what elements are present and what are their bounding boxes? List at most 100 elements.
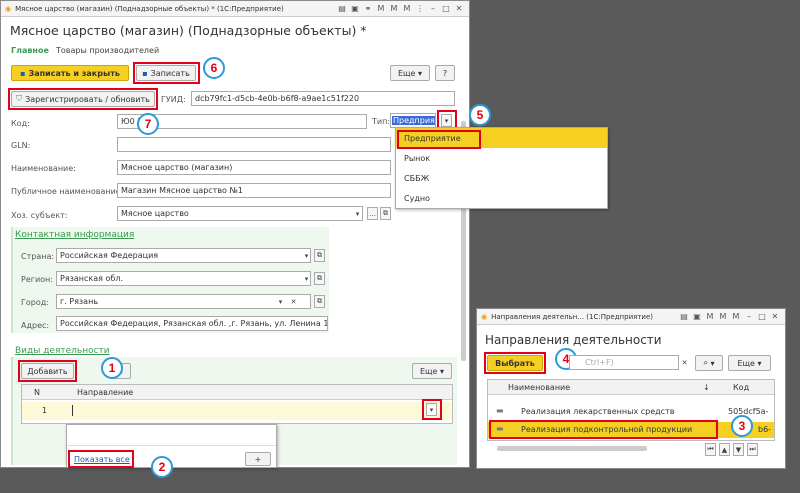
- minimize-icon[interactable]: –: [429, 4, 437, 13]
- maximize-icon[interactable]: □: [442, 4, 450, 13]
- up-icon[interactable]: ▲: [719, 443, 730, 456]
- subject-select-icon[interactable]: …: [367, 207, 378, 220]
- search-field[interactable]: Ctrl+F): [569, 355, 679, 370]
- table-row[interactable]: ▬ Реализация лекарственных средств 505dc…: [488, 404, 774, 420]
- option-ship[interactable]: Судно: [396, 188, 607, 208]
- marker-1: 1: [101, 357, 123, 379]
- search-button[interactable]: ⌕ ▾: [695, 355, 723, 371]
- address-label: Адрес:: [21, 321, 50, 330]
- address-field[interactable]: Российская Федерация, Рязанская обл. ,г.…: [56, 316, 328, 331]
- mplus-icon[interactable]: M: [390, 4, 398, 13]
- create-button[interactable]: +: [245, 452, 271, 466]
- col-n[interactable]: N: [34, 388, 40, 397]
- highlight-save: [133, 62, 200, 84]
- m-icon[interactable]: M: [706, 312, 714, 321]
- link-icon[interactable]: ⚭: [364, 4, 372, 13]
- highlight-enterprise-option: [397, 130, 481, 149]
- region-dropdown-icon[interactable]: ▾: [301, 272, 312, 285]
- mplus-icon[interactable]: M: [719, 312, 727, 321]
- region-field[interactable]: Рязанская обл.: [56, 271, 311, 286]
- gln-field[interactable]: [117, 137, 391, 152]
- save-close-button[interactable]: ▪ Записать и закрыть: [11, 65, 129, 81]
- city-label: Город:: [21, 298, 49, 307]
- col-code[interactable]: Код: [733, 383, 749, 392]
- more-button-2[interactable]: Еще ▾: [412, 363, 452, 379]
- dialog-hscrollbar[interactable]: [497, 446, 647, 451]
- city-field[interactable]: г. Рязань: [56, 294, 311, 309]
- activities-header[interactable]: Виды деятельности: [15, 346, 110, 356]
- text-cursor: [72, 405, 73, 416]
- city-dropdown-icon[interactable]: ▾: [275, 295, 286, 308]
- mminus-icon[interactable]: M: [732, 312, 740, 321]
- save-icon[interactable]: ▤: [338, 4, 346, 13]
- help-button[interactable]: ?: [435, 65, 455, 81]
- main-titlebar: ◉ Мясное царство (магазин) (Поднадзорные…: [1, 1, 469, 17]
- last-icon[interactable]: ⏭: [747, 443, 758, 456]
- guid-field[interactable]: dcb79fc1-d5cb-4e0b-b6f8-a9ae1c51f220: [191, 91, 455, 106]
- marker-7: 7: [137, 113, 159, 135]
- dialog-table-header: Наименование ↓ Код: [488, 380, 774, 395]
- table-row[interactable]: 1: [22, 402, 452, 420]
- window-title: Мясное царство (магазин) (Поднадзорные о…: [15, 4, 284, 13]
- subject-field[interactable]: Мясное царство: [117, 206, 363, 221]
- sort-arrow: ↓: [703, 383, 710, 392]
- m-icon[interactable]: M: [377, 4, 385, 13]
- subject-dropdown-icon[interactable]: ▾: [352, 207, 363, 220]
- subject-open-icon[interactable]: ⧉: [380, 207, 391, 220]
- name-field[interactable]: Мясное царство (магазин): [117, 160, 391, 175]
- dialog-more-button[interactable]: Еще ▾: [728, 355, 771, 371]
- page-title: Мясное царство (магазин) (Поднадзорные о…: [10, 23, 367, 38]
- dialog-titlebar: ◉ Направления деятельн... (1С:Предприяти…: [477, 309, 785, 325]
- highlight-select: [484, 352, 546, 374]
- type-field[interactable]: Предприятие: [390, 113, 436, 128]
- marker-3: 3: [731, 415, 753, 437]
- col-direction[interactable]: Направление: [77, 388, 133, 397]
- dialog-title: Направления деятельн... (1С:Предприятие): [491, 312, 653, 321]
- city-clear-icon[interactable]: ✕: [288, 295, 299, 308]
- country-field[interactable]: Российская Федерация: [56, 248, 311, 263]
- guid-label: ГУИД:: [161, 95, 186, 104]
- close-icon[interactable]: ✕: [771, 312, 779, 321]
- tab-goods[interactable]: Товары производителей: [56, 46, 159, 55]
- country-open-icon[interactable]: ⧉: [314, 249, 325, 262]
- city-open-icon[interactable]: ⧉: [314, 295, 325, 308]
- activities-table: N Направление 1: [21, 384, 453, 424]
- code-label: Код:: [11, 119, 30, 128]
- minimize-icon[interactable]: –: [745, 312, 753, 321]
- save-icon[interactable]: ▤: [680, 312, 688, 321]
- search-clear-icon[interactable]: ✕: [679, 356, 690, 369]
- row-code: b6-: [758, 425, 772, 434]
- first-icon[interactable]: ⏮: [705, 443, 716, 456]
- directions-dialog: ◉ Направления деятельн... (1С:Предприяти…: [476, 308, 786, 469]
- down-icon[interactable]: ▼: [733, 443, 744, 456]
- highlight-add: [18, 360, 77, 382]
- bookmark-icon[interactable]: ▣: [693, 312, 701, 321]
- highlight-row: [489, 420, 718, 439]
- region-open-icon[interactable]: ⧉: [314, 272, 325, 285]
- highlight-register: [8, 88, 158, 110]
- public-name-label: Публичное наименование:: [11, 187, 124, 196]
- close-icon[interactable]: ✕: [455, 4, 463, 13]
- contact-header[interactable]: Контактная информация: [15, 230, 134, 240]
- row-number: 1: [42, 406, 48, 415]
- option-sbbzh[interactable]: СББЖ: [396, 168, 607, 188]
- col-name[interactable]: Наименование: [508, 383, 570, 392]
- name-label: Наименование:: [11, 164, 76, 173]
- main-window: ◉ Мясное царство (магазин) (Поднадзорные…: [0, 0, 491, 478]
- option-market[interactable]: Рынок: [396, 148, 607, 168]
- country-dropdown-icon[interactable]: ▾: [301, 249, 312, 262]
- mminus-icon[interactable]: M: [403, 4, 411, 13]
- menu-icon[interactable]: ⋮: [416, 4, 424, 13]
- maximize-icon[interactable]: □: [758, 312, 766, 321]
- bookmark-icon[interactable]: ▣: [351, 4, 359, 13]
- region-label: Регион:: [21, 275, 53, 284]
- public-name-field[interactable]: Магазин Мясное царство №1: [117, 183, 391, 198]
- more-button[interactable]: Еще ▾: [390, 65, 430, 81]
- tab-main[interactable]: Главное: [11, 46, 49, 55]
- marker-6: 6: [203, 57, 225, 79]
- gln-label: GLN:: [11, 141, 31, 150]
- country-label: Страна:: [21, 252, 55, 261]
- app-icon: ◉: [481, 312, 488, 321]
- row-name: Реализация лекарственных средств: [521, 407, 675, 416]
- table-header: N Направление: [22, 385, 452, 400]
